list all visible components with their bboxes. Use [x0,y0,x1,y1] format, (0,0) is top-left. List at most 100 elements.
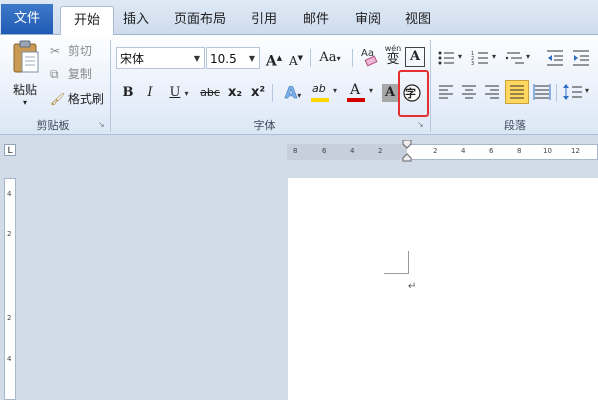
shrink-font-button[interactable]: A▼ [286,47,306,72]
line-spacing-button[interactable]: ▾ [562,82,594,102]
justify-button[interactable] [505,80,529,104]
bold-button[interactable]: B [118,82,138,104]
chevron-down-icon: ▾ [369,86,374,95]
character-shading-button[interactable]: A [382,84,398,102]
ruler-number: 2 [7,314,12,322]
chevron-down-icon: ▾ [184,89,189,98]
clear-format-button[interactable]: Aa [358,44,380,68]
underline-label: U [169,85,181,100]
chevron-down-icon: ▾ [458,52,463,61]
indent-marker[interactable] [402,139,412,162]
phonetic-guide-char: 变 [386,52,400,67]
font-name-value: 宋体 [120,52,145,66]
italic-button[interactable]: I [140,82,160,104]
line-spacing-icon [563,84,582,100]
highlight-color-swatch [311,98,329,102]
chevron-down-icon: ▾ [492,52,497,61]
subscript-button[interactable]: x₂ [225,82,245,104]
multilevel-list-icon [505,52,524,64]
cut-button[interactable]: ✂ 剪切 [50,42,108,60]
chevron-down-icon: ▾ [336,54,341,63]
chevron-down-icon: ▾ [585,86,590,95]
ruler-number: 2 [7,230,12,238]
align-right-button[interactable] [482,82,502,102]
grow-font-button[interactable]: A▲ [264,47,284,73]
margin-corner-mark [384,251,409,274]
group-separator [352,49,353,67]
ruler-number: 4 [350,147,355,155]
tab-selector-button[interactable]: L [4,144,16,156]
format-painter-button[interactable]: 🖌 格式刷 [50,90,110,108]
ruler-number: 4 [461,147,466,155]
numbered-list-icon: 1 2 3 [471,51,488,67]
tab-references[interactable]: 引用 [244,6,284,33]
group-separator [310,49,311,67]
font-color-button[interactable]: A ▾ [346,82,378,104]
ruler-margin-area [287,144,407,160]
align-right-icon [485,85,499,99]
increase-indent-button[interactable] [570,48,592,68]
vertical-ruler[interactable] [4,178,16,400]
multilevel-list-button[interactable]: ▾ [504,48,536,68]
font-color-label: A [350,82,361,98]
font-name-combo[interactable]: 宋体 ▼ [116,47,205,69]
font-launcher-icon[interactable]: ↘ [417,120,424,129]
font-size-combo[interactable]: 10.5 ▼ [206,47,260,69]
tab-file[interactable]: 文件 [1,4,53,34]
ruler-number: 4 [7,190,12,198]
group-separator [556,84,557,102]
copy-icon: ⧉ [50,67,59,81]
scissors-icon: ✂ [50,44,61,58]
tab-view[interactable]: 视图 [398,6,438,33]
phonetic-guide-button[interactable]: wén 变 [382,44,404,68]
clipboard-group-label: 剪贴板 [36,119,70,132]
numbering-button[interactable]: 1 2 3 ▾ [470,48,502,68]
tab-mailings[interactable]: 邮件 [296,6,336,33]
format-painter-label: 格式刷 [67,92,104,106]
align-center-button[interactable] [459,82,479,102]
clipboard-launcher-icon[interactable]: ↘ [98,120,105,129]
change-case-button[interactable]: Aa▾ [316,47,344,70]
highlight-label: ab [312,82,326,95]
tab-review[interactable]: 审阅 [348,6,388,33]
paste-button[interactable]: 粘贴 ▾ [8,40,42,110]
text-effects-icon: A [284,83,298,103]
superscript-button[interactable]: x² [248,82,268,104]
tab-insert[interactable]: 插入 [116,6,156,33]
change-case-label: Aa [319,50,337,65]
strikethrough-button[interactable]: abc [198,82,222,104]
bullet-list-icon [438,51,454,65]
copy-label: 复制 [67,67,92,81]
highlight-button[interactable]: ab ▾ [310,82,342,104]
chevron-down-icon[interactable]: ▼ [249,48,255,70]
character-border-button[interactable]: A [405,47,425,67]
copy-button[interactable]: ⧉ 复制 [50,65,108,83]
ruler-number: 10 [543,147,552,155]
chevron-down-icon[interactable]: ▼ [194,48,200,70]
chevron-down-icon: ▾ [526,52,531,61]
group-separator [110,40,111,132]
document-page[interactable] [288,178,598,400]
shrink-font-label: A [288,54,298,68]
grow-up-icon: ▲ [276,53,283,62]
indent-marker-icon [402,139,412,162]
paragraph-mark: ↵ [408,281,417,292]
font-group-label: 字体 [253,119,276,132]
underline-button[interactable]: U ▾ [164,82,194,105]
align-left-icon [439,85,453,99]
ruler-number: 6 [322,147,327,155]
shrink-down-icon: ▼ [297,54,304,62]
chevron-down-icon: ▾ [297,91,302,100]
ruler-number: 8 [293,147,298,155]
font-size-value: 10.5 [210,52,237,66]
tab-page-layout[interactable]: 页面布局 [163,6,237,33]
ruler-number: 6 [489,147,494,155]
tab-home[interactable]: 开始 [60,6,114,35]
text-effects-button[interactable]: A▾ [278,82,308,107]
bullets-button[interactable]: ▾ [436,48,468,68]
grow-font-label: A [265,53,277,70]
align-left-button[interactable] [436,82,456,102]
decrease-indent-button[interactable] [544,48,566,68]
distributed-button[interactable] [532,82,552,102]
font-color-swatch [347,98,365,102]
